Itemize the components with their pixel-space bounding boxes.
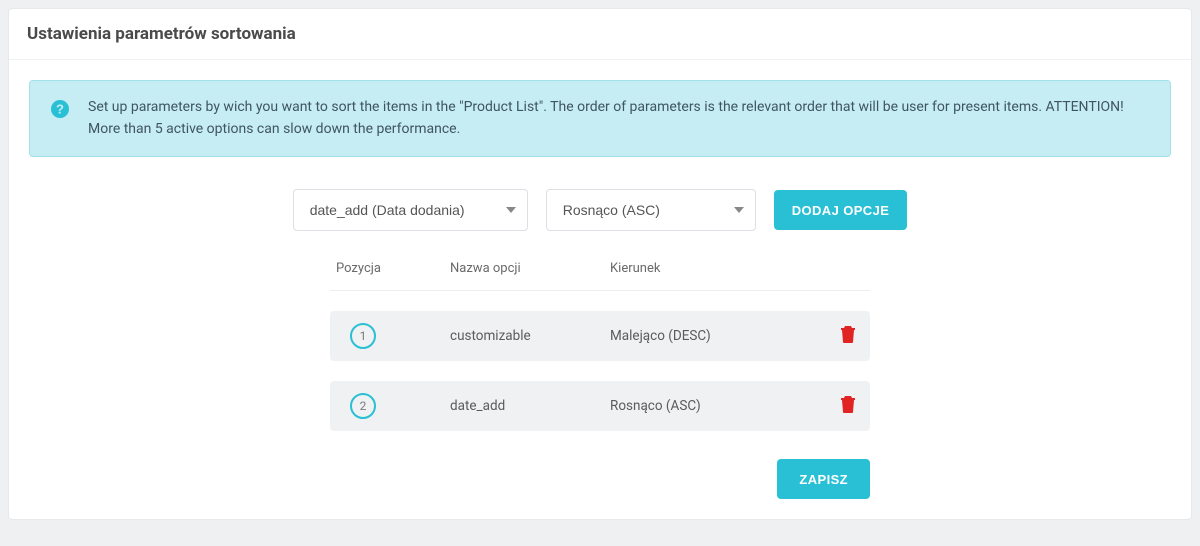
panel-body: ? Set up parameters by wich you want to … — [9, 60, 1191, 519]
column-select-wrap: date_add (Data dodania) — [293, 189, 528, 231]
add-option-button[interactable]: DODAJ OPCJE — [774, 190, 908, 230]
question-circle-icon: ? — [50, 99, 70, 119]
header-option: Nazwa opcji — [450, 261, 610, 276]
info-alert: ? Set up parameters by wich you want to … — [29, 80, 1171, 157]
save-button[interactable]: ZAPISZ — [777, 459, 870, 499]
table-row: 2 date_add Rosnąco (ASC) — [330, 381, 870, 431]
svg-text:?: ? — [56, 102, 64, 117]
cell-option: date_add — [450, 398, 610, 414]
cell-option: customizable — [450, 328, 610, 344]
trash-icon[interactable] — [840, 395, 856, 413]
header-actions — [790, 261, 870, 276]
footer-actions: ZAPISZ — [330, 459, 870, 499]
controls-row: date_add (Data dodania) Rosnąco (ASC) DO… — [29, 189, 1171, 231]
info-text: Set up parameters by wich you want to so… — [88, 97, 1150, 140]
table-row: 1 customizable Malejąco (DESC) — [330, 311, 870, 361]
cell-actions — [790, 395, 870, 417]
header-position: Pozycja — [330, 261, 450, 276]
panel-header: Ustawienia parametrów sortowania — [9, 9, 1191, 60]
column-select[interactable]: date_add (Data dodania) — [293, 189, 528, 231]
cell-actions — [790, 325, 870, 347]
options-table: Pozycja Nazwa opcji Kierunek 1 customiza… — [330, 251, 870, 431]
cell-direction: Malejąco (DESC) — [610, 328, 790, 344]
direction-select-wrap: Rosnąco (ASC) — [546, 189, 756, 231]
table-header-row: Pozycja Nazwa opcji Kierunek — [330, 251, 870, 291]
position-badge[interactable]: 1 — [350, 323, 376, 349]
cell-position: 2 — [330, 393, 450, 419]
panel-title: Ustawienia parametrów sortowania — [27, 24, 1173, 44]
settings-panel: Ustawienia parametrów sortowania ? Set u… — [8, 8, 1192, 520]
direction-select[interactable]: Rosnąco (ASC) — [546, 189, 756, 231]
cell-position: 1 — [330, 323, 450, 349]
cell-direction: Rosnąco (ASC) — [610, 398, 790, 414]
header-direction: Kierunek — [610, 261, 790, 276]
trash-icon[interactable] — [840, 325, 856, 343]
position-badge[interactable]: 2 — [350, 393, 376, 419]
